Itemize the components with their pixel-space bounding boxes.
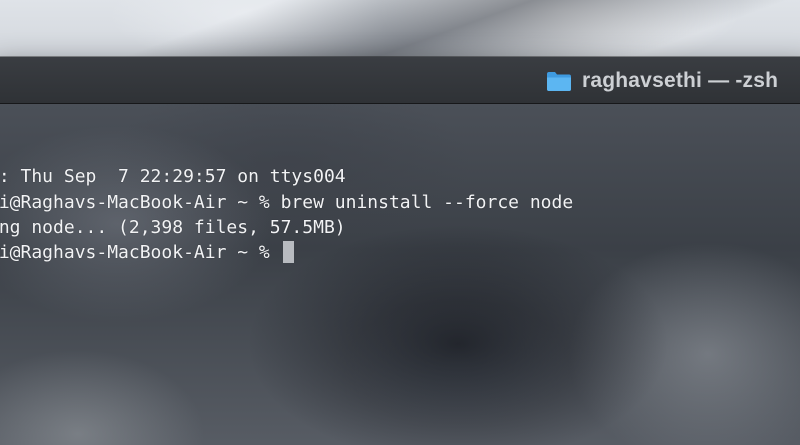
terminal-window[interactable]: raghavsethi — -zsh n: Thu Sep 7 22:29:57…	[0, 57, 800, 445]
terminal-line-last-login: n: Thu Sep 7 22:29:57 on ttys004	[0, 166, 346, 187]
terminal-content[interactable]: n: Thu Sep 7 22:29:57 on ttys004 hi@Ragh…	[0, 104, 800, 445]
window-title-text: raghavsethi — -zsh	[582, 69, 779, 92]
window-title: raghavsethi — -zsh	[546, 68, 778, 94]
terminal-line-prompt[interactable]: hi@Raghavs-MacBook-Air ~ %	[0, 241, 294, 265]
desktop-background: raghavsethi — -zsh n: Thu Sep 7 22:29:57…	[0, 0, 800, 445]
terminal-line-output: ing node... (2,398 files, 57.5MB)	[0, 217, 346, 238]
prompt-text: hi@Raghavs-MacBook-Air ~ %	[0, 242, 281, 263]
block-cursor	[282, 241, 294, 263]
window-titlebar[interactable]: raghavsethi — -zsh	[0, 57, 800, 104]
folder-icon	[546, 70, 572, 92]
terminal-line-command: hi@Raghavs-MacBook-Air ~ % brew uninstal…	[0, 192, 574, 213]
